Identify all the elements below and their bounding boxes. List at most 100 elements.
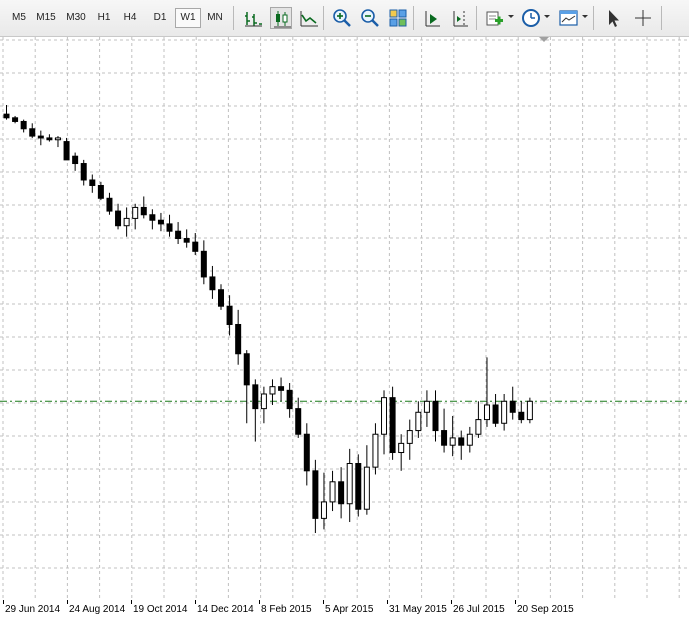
toolbar-separator xyxy=(661,6,662,30)
candle xyxy=(166,214,173,237)
zoom-in-button[interactable] xyxy=(331,7,353,29)
tile-windows-button[interactable] xyxy=(387,7,409,29)
candle-body-bull xyxy=(483,404,490,421)
crosshair-button[interactable] xyxy=(632,7,654,29)
zoom-out-button[interactable] xyxy=(359,7,381,29)
candle xyxy=(355,454,362,517)
candle xyxy=(89,174,96,193)
candle-body-bear xyxy=(338,481,345,505)
candle xyxy=(501,393,508,431)
timeframe-m30[interactable]: M30 xyxy=(62,8,90,28)
candle-body-bear xyxy=(97,184,104,199)
candle-body-bear xyxy=(46,137,53,141)
price-chart[interactable] xyxy=(0,37,689,600)
timeframe-mn[interactable]: MN xyxy=(202,8,228,28)
candle-body-bear xyxy=(192,241,199,252)
candle-body-bear xyxy=(37,135,44,139)
candle-body-bull xyxy=(466,433,473,446)
dropdown-arrow-icon[interactable] xyxy=(544,15,550,18)
time-axis: 29 Jun 2014 24 Aug 2014 19 Oct 2014 14 Dec … xyxy=(0,600,689,621)
periodicity-button[interactable] xyxy=(520,7,542,29)
auto-scroll-button[interactable] xyxy=(421,7,443,29)
candle-body-bull xyxy=(449,437,456,446)
candle-body-bear xyxy=(149,214,156,221)
candle-body-bear xyxy=(303,433,310,472)
candle-body-bear xyxy=(89,179,96,186)
candle xyxy=(432,390,439,442)
candle-body-bear xyxy=(72,155,79,165)
candlestick-chart-button[interactable] xyxy=(270,7,292,29)
x-axis-label: 8 Feb 2015 xyxy=(261,604,312,615)
candle-body-bear xyxy=(518,411,525,421)
x-axis-tick xyxy=(387,600,388,604)
candle xyxy=(63,137,70,161)
templates-button[interactable] xyxy=(558,7,580,29)
x-axis-tick xyxy=(67,600,68,604)
timeframe-m5[interactable]: M5 xyxy=(8,8,30,28)
timeframe-d1[interactable]: D1 xyxy=(148,8,172,28)
line-chart-button[interactable] xyxy=(298,7,320,29)
candle xyxy=(312,459,319,533)
candle-body-bear xyxy=(12,117,19,122)
candle xyxy=(441,408,448,453)
dropdown-arrow-icon[interactable] xyxy=(582,15,588,18)
candle xyxy=(20,119,27,133)
candle xyxy=(175,222,182,245)
candle-body-bear xyxy=(175,230,182,240)
candle-body-bull xyxy=(329,481,336,503)
x-axis-label: 14 Dec 2014 xyxy=(197,604,254,615)
candle xyxy=(509,386,516,420)
candle-body-bear xyxy=(286,389,293,410)
candle-body-bull xyxy=(320,501,327,519)
candle xyxy=(200,240,207,285)
candle-body-bull xyxy=(475,419,482,435)
candle xyxy=(46,134,53,142)
candle xyxy=(29,123,36,138)
candle xyxy=(218,284,224,310)
candle-body-bear xyxy=(157,219,164,225)
candle xyxy=(140,196,147,219)
bar-chart-button[interactable] xyxy=(242,7,264,29)
candle-body-bear xyxy=(140,206,147,216)
candle xyxy=(320,472,327,530)
dropdown-arrow-icon[interactable] xyxy=(508,15,514,18)
candle-body-bull xyxy=(132,206,139,219)
candle xyxy=(346,448,353,523)
candle-body-bear xyxy=(235,323,242,355)
bar-chart-icon xyxy=(245,12,262,27)
timeframe-w1[interactable]: W1 xyxy=(175,8,201,28)
indicators-button[interactable] xyxy=(484,7,506,29)
x-axis-tick xyxy=(131,600,132,604)
candle-body-bear xyxy=(492,404,499,424)
candle-body-bear xyxy=(441,430,448,446)
candle-body-bear xyxy=(29,128,36,137)
candle xyxy=(492,393,499,427)
candle-body-bull xyxy=(260,393,267,410)
toolbar-separator xyxy=(323,6,324,30)
cursor-button[interactable] xyxy=(602,7,624,29)
candle xyxy=(260,386,267,424)
candle xyxy=(37,130,44,146)
candle xyxy=(278,377,285,402)
candle xyxy=(226,295,233,336)
candle xyxy=(475,401,482,438)
candle-body-bear xyxy=(200,250,207,278)
timeframe-h4[interactable]: H4 xyxy=(118,8,142,28)
candle-body-bull xyxy=(363,466,370,510)
candle-body-bear xyxy=(355,462,362,510)
candle-body-bear xyxy=(115,210,122,227)
candle-body-bull xyxy=(526,400,533,421)
timeframe-h1[interactable]: H1 xyxy=(92,8,116,28)
chart-shift-icon xyxy=(453,11,468,27)
candle-body-bull xyxy=(501,400,508,424)
candle-body-bear xyxy=(226,305,233,325)
chart-shift-button[interactable] xyxy=(449,7,471,29)
candle xyxy=(483,357,490,427)
timeframe-m15[interactable]: M15 xyxy=(32,8,60,28)
chart-area[interactable] xyxy=(0,37,689,601)
candle-body-bull xyxy=(415,411,422,432)
candle xyxy=(54,136,61,148)
candle-body-bear xyxy=(389,397,396,454)
candle xyxy=(329,470,336,512)
candle-body-bear xyxy=(20,120,27,130)
